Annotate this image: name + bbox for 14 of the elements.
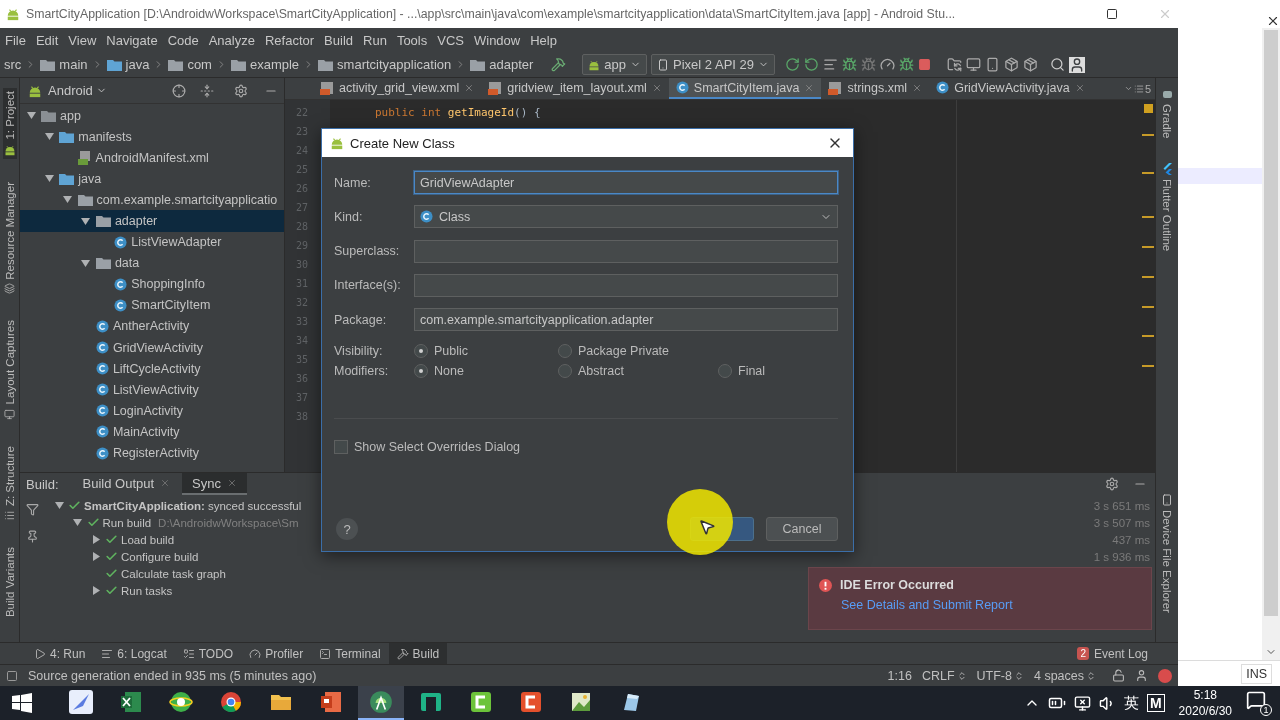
field-label: Visibility: xyxy=(334,344,384,359)
field-label: Interface(s): xyxy=(334,278,402,293)
code-line: public int getImageId() { xyxy=(375,105,542,121)
field-label: Package: xyxy=(334,312,388,327)
field-label: Name: xyxy=(334,175,372,190)
field-label: Modifiers: xyxy=(334,364,390,379)
panel-title: Build: xyxy=(26,475,60,494)
insert-mode: INS xyxy=(1241,663,1272,684)
dialog-title: Create New Class xyxy=(350,135,455,151)
notification-title: IDE Error Occurred xyxy=(819,578,954,592)
field-label: Kind: xyxy=(334,209,364,224)
field-label: Superclass: xyxy=(334,244,401,259)
window-title: SmartCityApplication [D:\AndroidwWorkspace\SmartCityApplication] - ...\app\src\main\java\com\example\smartcityapplication\data\SmartCityItem.java [app] - Android Stu... xyxy=(26,7,956,21)
status-message: Source generation ended in 935 ms (5 minutes ago) xyxy=(28,668,317,683)
